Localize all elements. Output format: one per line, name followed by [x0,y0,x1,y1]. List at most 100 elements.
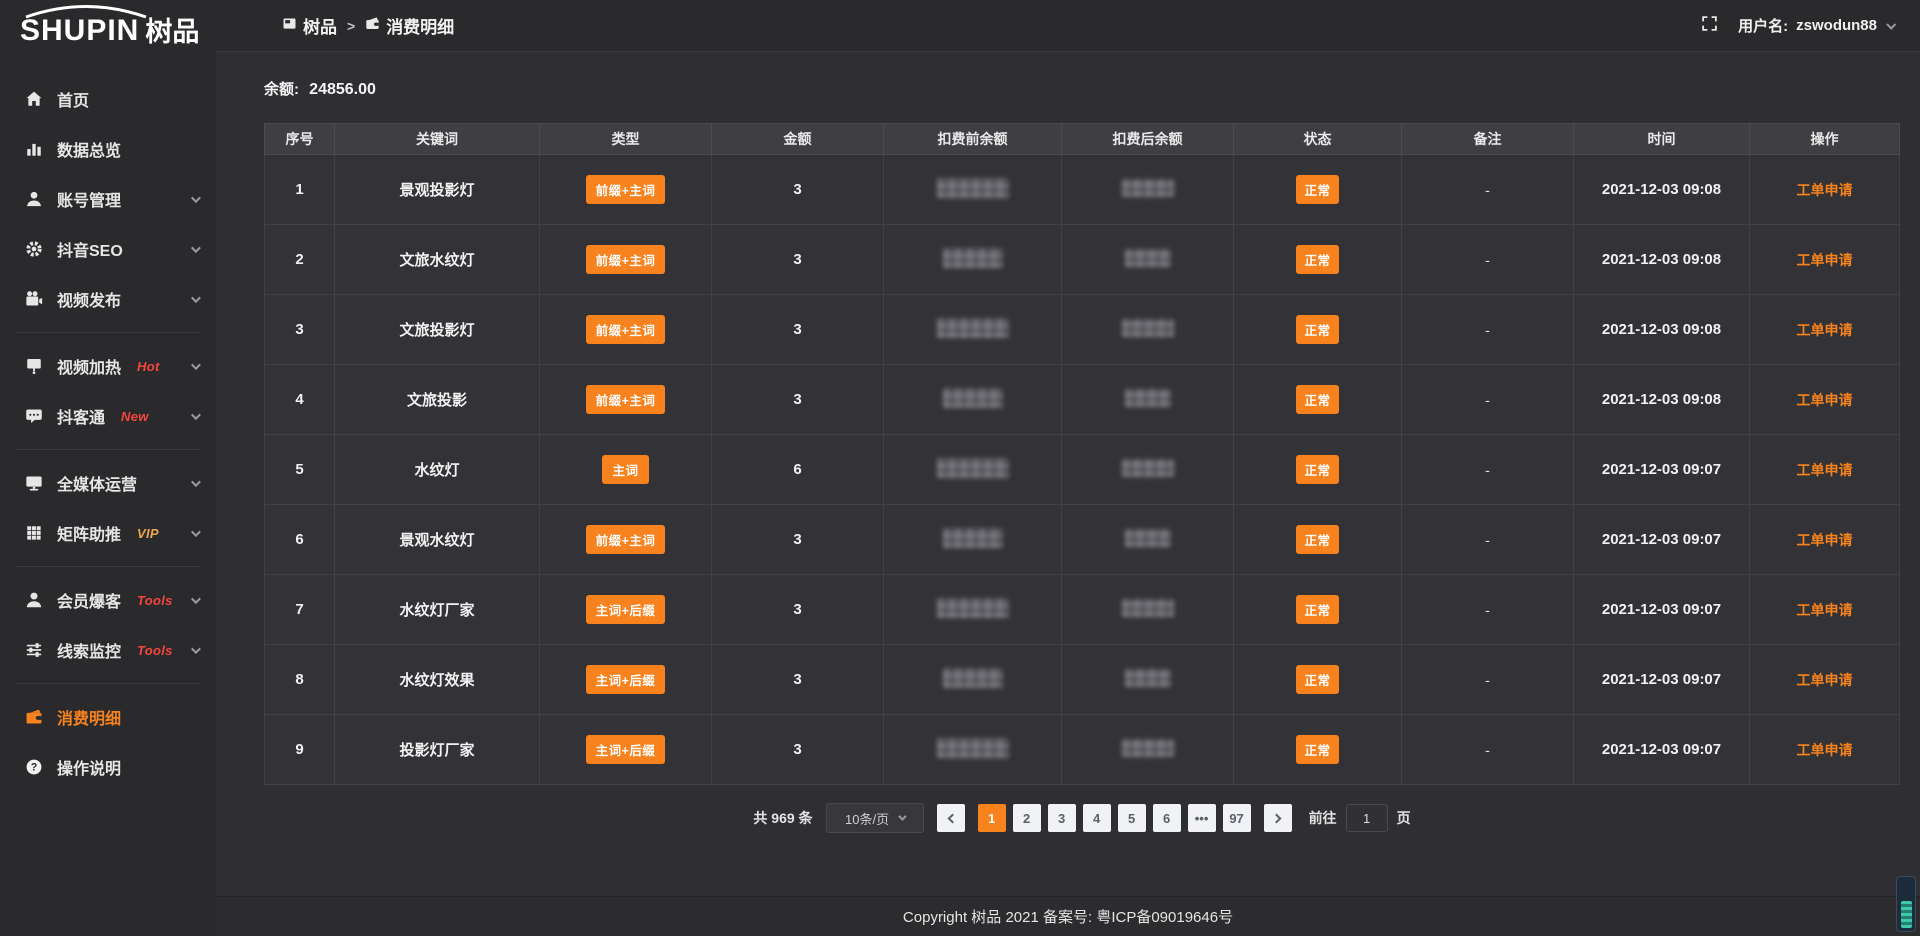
table-row: 3文旅投影灯前缀+主词3正常-2021-12-03 09:08工单申请 [265,295,1900,365]
sidebar-item-首页[interactable]: 首页 [0,74,216,124]
fullscreen-icon[interactable] [1701,15,1718,37]
sidebar-item-视频加热[interactable]: 视频加热Hot [0,341,216,391]
breadcrumb-current[interactable]: 消费明细 [365,13,454,38]
page-button-97[interactable]: 97 [1223,804,1251,832]
sidebar-item-操作说明[interactable]: ?操作说明 [0,742,216,792]
sidebar-item-label: 消费明细 [57,705,121,729]
sidebar-item-账号管理[interactable]: 账号管理 [0,174,216,224]
chevron-down-icon [191,243,201,253]
page-button-3[interactable]: 3 [1048,804,1076,832]
work-order-link[interactable]: 工单申请 [1797,602,1853,618]
sidebar-item-矩阵助推[interactable]: 矩阵助推VIP [0,508,216,558]
work-order-link[interactable]: 工单申请 [1797,672,1853,688]
sidebar-item-会员爆客[interactable]: 会员爆客Tools [0,575,216,625]
type-badge: 前缀+主词 [586,315,666,344]
censored-value [1122,739,1174,757]
cell-action: 工单申请 [1750,505,1900,575]
sidebar-menu: 首页数据总览账号管理抖音SEO视频发布视频加热Hot抖客通New 全媒体运营矩阵助… [0,62,216,792]
type-badge: 前缀+主词 [586,385,666,414]
work-order-link[interactable]: 工单申请 [1797,322,1853,338]
cell-remark: - [1402,225,1574,295]
user-dropdown[interactable]: 用户名: zswodun88 [1738,15,1894,36]
cell-keyword: 景观水纹灯 [335,505,540,575]
table-row: 4文旅投影前缀+主词3正常-2021-12-03 09:08工单申请 [265,365,1900,435]
cell-keyword: 水纹灯厂家 [335,575,540,645]
sidebar-item-badge: VIP [137,526,159,541]
cell-balance-after [1062,715,1234,785]
sidebar-item-消费明细[interactable]: 消费明细 [0,692,216,742]
goto-label: 前往 [1309,808,1337,828]
table-row: 8水纹灯效果主词+后缀3正常-2021-12-03 09:07工单申请 [265,645,1900,715]
page-button-4[interactable]: 4 [1083,804,1111,832]
page-size-select[interactable]: 10条/页 [826,803,924,833]
cell-balance-after [1062,645,1234,715]
sidebar-item-label: 会员爆客 [57,588,121,612]
pagination: 共 969 条 10条/页 123456•••97 前往 页 [264,803,1900,833]
sidebar-item-线索监控[interactable]: 线索监控Tools [0,625,216,675]
cell-index: 2 [265,225,335,295]
cell-amount: 3 [712,295,884,365]
prev-page-button[interactable] [937,804,965,832]
page-button-6[interactable]: 6 [1153,804,1181,832]
cell-time: 2021-12-03 09:07 [1574,575,1750,645]
cell-index: 6 [265,505,335,575]
username-label: 用户名: [1738,15,1788,36]
cell-index: 9 [265,715,335,785]
breadcrumb-separator: > [347,18,355,34]
cell-status: 正常 [1234,645,1402,715]
censored-value [1122,319,1174,337]
next-page-button[interactable] [1264,804,1292,832]
work-order-link[interactable]: 工单申请 [1797,742,1853,758]
sidebar-item-全媒体运营[interactable]: 全媒体运营 [0,458,216,508]
sidebar-item-视频发布[interactable]: 视频发布 [0,274,216,324]
sliders-icon [24,641,43,660]
sidebar-item-label: 线索监控 [57,638,121,662]
censored-value [937,598,1009,618]
sidebar-item-抖客通[interactable]: 抖客通New [0,391,216,441]
cell-index: 4 [265,365,335,435]
video-camera-icon [24,290,43,309]
work-order-link[interactable]: 工单申请 [1797,252,1853,268]
cell-amount: 3 [712,225,884,295]
sidebar-divider [16,449,200,450]
cell-time: 2021-12-03 09:07 [1574,505,1750,575]
work-order-link[interactable]: 工单申请 [1797,462,1853,478]
more-pages-button[interactable]: ••• [1188,804,1216,832]
cell-amount: 3 [712,645,884,715]
cell-status: 正常 [1234,575,1402,645]
work-order-link[interactable]: 工单申请 [1797,182,1853,198]
cell-action: 工单申请 [1750,435,1900,505]
chevron-left-icon [947,813,957,823]
cell-balance-before [884,435,1062,505]
cell-type: 前缀+主词 [540,505,712,575]
page-button-5[interactable]: 5 [1118,804,1146,832]
sidebar-item-抖音SEO[interactable]: 抖音SEO [0,224,216,274]
page-button-2[interactable]: 2 [1013,804,1041,832]
wallet-icon [24,708,43,727]
cell-status: 正常 [1234,155,1402,225]
chevron-down-icon [191,644,201,654]
work-order-link[interactable]: 工单申请 [1797,392,1853,408]
column-header: 扣费后余额 [1062,124,1234,155]
type-badge: 主词+后缀 [586,595,666,624]
page-button-1[interactable]: 1 [978,804,1006,832]
cell-status: 正常 [1234,225,1402,295]
copyright-text: Copyright 树品 2021 备案号: 粤ICP备09019646号 [903,906,1233,927]
breadcrumb-home[interactable]: 树品 [282,13,337,38]
type-badge: 主词 [602,455,648,484]
goto-page-input[interactable] [1346,804,1388,832]
sidebar-item-数据总览[interactable]: 数据总览 [0,124,216,174]
corner-scroll-widget[interactable] [1896,876,1916,932]
work-order-link[interactable]: 工单申请 [1797,532,1853,548]
wallet-icon [365,16,380,36]
censored-value [937,458,1009,478]
chevron-down-icon [1886,20,1896,30]
censored-value [937,738,1009,758]
cell-type: 前缀+主词 [540,295,712,365]
cell-status: 正常 [1234,365,1402,435]
cell-status: 正常 [1234,715,1402,785]
cell-keyword: 水纹灯 [335,435,540,505]
sidebar-divider [16,332,200,333]
cell-remark: - [1402,435,1574,505]
cell-amount: 3 [712,505,884,575]
